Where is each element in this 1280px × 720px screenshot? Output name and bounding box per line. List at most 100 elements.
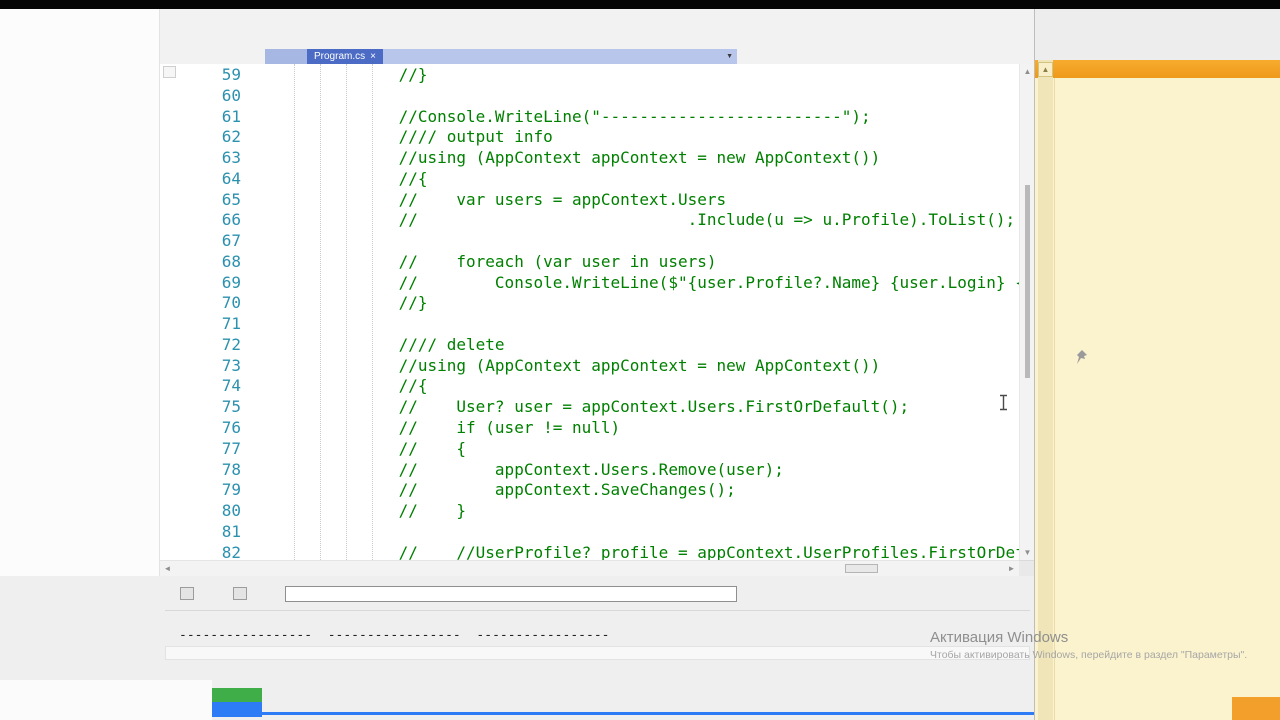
code-row[interactable]: 64 //{: [160, 169, 1019, 190]
orange-corner-block: [1232, 697, 1280, 720]
tab-bar: Program.cs × ▼: [265, 49, 737, 64]
scroll-right-icon[interactable]: ►: [1004, 561, 1019, 576]
line-number[interactable]: 79: [160, 480, 253, 501]
line-number[interactable]: 73: [160, 356, 253, 377]
code-row[interactable]: 62 //// output info: [160, 127, 1019, 148]
line-number[interactable]: 63: [160, 148, 253, 169]
code-row[interactable]: 78 // appContext.Users.Remove(user);: [160, 460, 1019, 481]
bottom-left-corner: [0, 680, 212, 720]
code-row[interactable]: 70 //}: [160, 293, 1019, 314]
code-text: // Console.WriteLine($"{user.Profile?.Na…: [283, 272, 1019, 292]
code-row[interactable]: 67: [160, 231, 1019, 252]
tab-program-cs[interactable]: Program.cs ×: [307, 49, 383, 64]
right-panel-scrollbar[interactable]: ▲: [1038, 60, 1053, 720]
vertical-scrollbar[interactable]: ▲ ▼: [1019, 64, 1034, 560]
green-block: [212, 688, 262, 702]
code-row[interactable]: 73 //using (AppContext appContext = new …: [160, 356, 1019, 377]
code-text: // var users = appContext.Users: [283, 189, 727, 209]
line-number[interactable]: 70: [160, 293, 253, 314]
pushpin-icon[interactable]: [1074, 349, 1088, 370]
horizontal-scrollbar-thumb[interactable]: [845, 564, 878, 573]
line-number[interactable]: 75: [160, 397, 253, 418]
scroll-up-icon[interactable]: ▲: [1020, 64, 1034, 79]
code-text: // }: [283, 501, 467, 521]
code-row[interactable]: 66 // .Include(u => u.Profile).ToList();: [160, 210, 1019, 231]
line-number[interactable]: 77: [160, 439, 253, 460]
code-row[interactable]: 82 // //UserProfile? profile = appContex…: [160, 543, 1019, 560]
tab-label: Program.cs: [314, 51, 366, 62]
code-text: // .Include(u => u.Profile).ToList();: [283, 210, 1016, 230]
code-row[interactable]: 68 // foreach (var user in users): [160, 252, 1019, 273]
code-text: //using (AppContext appContext = new App…: [283, 148, 881, 168]
code-rows: 59 //} 60 61 //Console.WriteLine("--------…: [160, 65, 1019, 560]
code-row[interactable]: 77 // {: [160, 439, 1019, 460]
code-row[interactable]: 76 // if (user != null): [160, 418, 1019, 439]
console-toolbar-icon[interactable]: [180, 587, 194, 600]
scroll-down-icon[interactable]: ▼: [1020, 545, 1034, 560]
code-row[interactable]: 69 // Console.WriteLine($"{user.Profile?…: [160, 273, 1019, 294]
line-number[interactable]: 61: [160, 107, 253, 128]
right-side-panel: ▲: [1034, 9, 1280, 720]
scroll-up-icon[interactable]: ▲: [1038, 62, 1053, 77]
line-number[interactable]: 76: [160, 418, 253, 439]
code-row[interactable]: 65 // var users = appContext.Users: [160, 190, 1019, 211]
blue-block: [212, 702, 262, 717]
code-text: // appContext.SaveChanges();: [283, 480, 736, 500]
line-number[interactable]: 59: [160, 65, 253, 86]
tab-close-icon[interactable]: ×: [370, 51, 376, 62]
line-number[interactable]: 82: [160, 543, 253, 560]
line-number[interactable]: 72: [160, 335, 253, 356]
line-number[interactable]: 69: [160, 273, 253, 294]
code-row[interactable]: 71: [160, 314, 1019, 335]
watermark-title: Активация Windows: [930, 629, 1069, 646]
code-row[interactable]: 80 // }: [160, 501, 1019, 522]
line-number[interactable]: 62: [160, 127, 253, 148]
tab-leading-segment[interactable]: [265, 49, 307, 64]
code-text: //{: [283, 168, 428, 188]
windows-activation-watermark: Активация Windows Чтобы активировать Win…: [930, 629, 1247, 661]
bottom-console-area: ----------------- ----------------- ----…: [0, 576, 1034, 720]
code-text: //// output info: [283, 127, 553, 147]
code-text: //{: [283, 376, 428, 396]
code-row[interactable]: 60: [160, 86, 1019, 107]
vertical-scrollbar-thumb[interactable]: [1025, 185, 1030, 378]
line-number[interactable]: 66: [160, 210, 253, 231]
code-row[interactable]: 63 //using (AppContext appContext = new …: [160, 148, 1019, 169]
console-row: [165, 646, 1030, 660]
tab-overflow-chevron-icon[interactable]: ▼: [726, 53, 737, 60]
code-row[interactable]: 75 // User? user = appContext.Users.Firs…: [160, 397, 1019, 418]
line-number[interactable]: 60: [160, 86, 253, 107]
horizontal-scrollbar[interactable]: ◄ ►: [160, 560, 1019, 576]
line-number[interactable]: 80: [160, 501, 253, 522]
line-number[interactable]: 65: [160, 190, 253, 211]
top-black-bar: [0, 0, 1280, 9]
code-row[interactable]: 81: [160, 522, 1019, 543]
code-text: // //UserProfile? profile = appContext.U…: [283, 542, 1019, 560]
text-cursor-pointer: [998, 394, 1009, 416]
right-panel-header: [1035, 60, 1280, 78]
code-row[interactable]: 61 //Console.WriteLine("----------------…: [160, 107, 1019, 128]
code-text: //}: [283, 293, 428, 313]
code-editor[interactable]: 59 //} 60 61 //Console.WriteLine("--------…: [160, 64, 1034, 560]
code-row[interactable]: 79 // appContext.SaveChanges();: [160, 480, 1019, 501]
line-number[interactable]: 81: [160, 522, 253, 543]
scroll-left-icon[interactable]: ◄: [160, 561, 175, 576]
line-number[interactable]: 68: [160, 252, 253, 273]
line-number[interactable]: 67: [160, 231, 253, 252]
console-toolbar-icon[interactable]: [233, 587, 247, 600]
line-number[interactable]: 78: [160, 460, 253, 481]
code-row[interactable]: 74 //{: [160, 376, 1019, 397]
code-row[interactable]: 72 //// delete: [160, 335, 1019, 356]
watermark-subtitle: Чтобы активировать Windows, перейдите в …: [930, 649, 1248, 661]
console-output-dashes: ----------------- ----------------- ----…: [179, 628, 610, 643]
code-row[interactable]: 59 //}: [160, 65, 1019, 86]
screen: Program.cs × ▼ 59 //} 60 61 //Console.Writ…: [0, 0, 1280, 720]
code-text: //}: [283, 65, 428, 84]
line-number[interactable]: 71: [160, 314, 253, 335]
console-input[interactable]: [285, 586, 737, 602]
line-number[interactable]: 74: [160, 376, 253, 397]
right-panel-body: [1035, 78, 1280, 720]
line-number[interactable]: 64: [160, 169, 253, 190]
